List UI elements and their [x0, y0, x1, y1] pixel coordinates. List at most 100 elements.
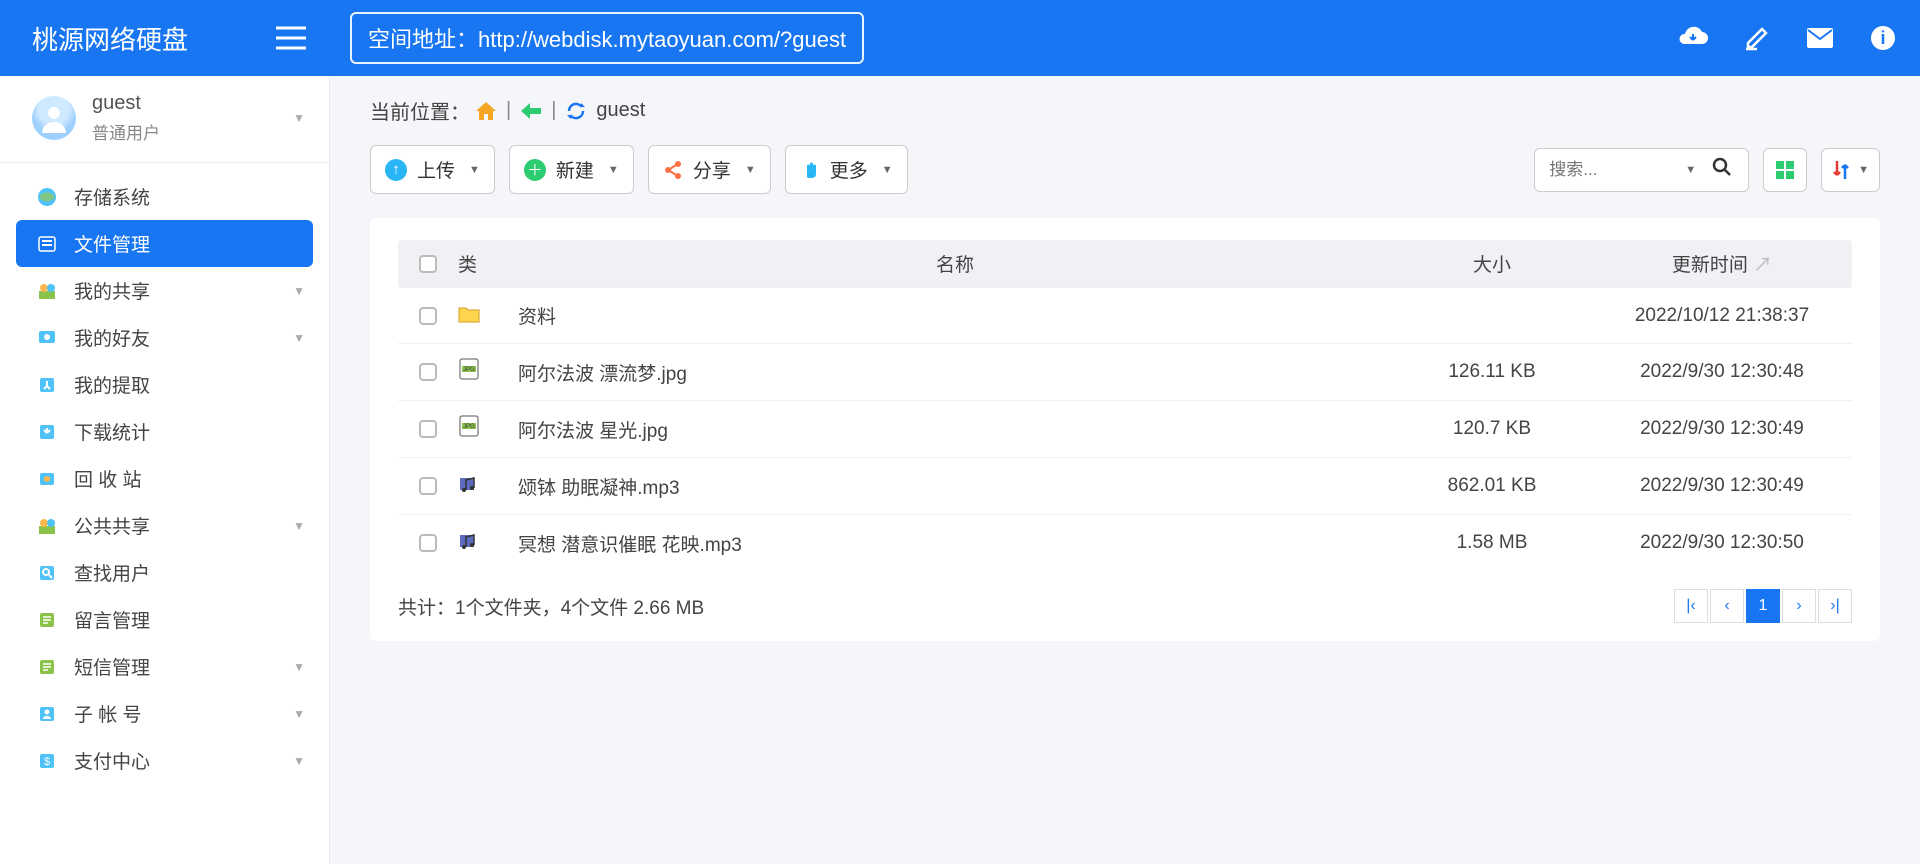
chevron-down-icon: ▼ [293, 707, 305, 721]
sidebar-item-9[interactable]: 留言管理 [0, 596, 329, 643]
chevron-down-icon: ▼ [293, 754, 305, 768]
sidebar-icon [36, 327, 58, 349]
select-all-checkbox[interactable] [419, 255, 437, 273]
sidebar-item-3[interactable]: 我的好友▼ [0, 314, 329, 361]
user-dropdown-icon[interactable]: ▼ [293, 111, 305, 125]
main-area: 当前位置： | | guest ↑ 上传 ▼ ＋ 新建 ▼ 分享 ▼ [330, 76, 1920, 864]
file-name: 冥想 潜意识催眠 花映.mp3 [518, 530, 1392, 557]
breadcrumb-current: guest [596, 99, 645, 122]
file-type-icon: JPG [458, 415, 480, 437]
sidebar-item-4[interactable]: 我的提取 [0, 361, 329, 408]
sidebar-item-label: 回 收 站 [74, 465, 142, 492]
sort-button[interactable]: ▼ [1821, 148, 1880, 192]
table-row[interactable]: 资料 2022/10/12 21:38:37 [398, 287, 1852, 343]
hamburger-icon[interactable] [276, 26, 306, 50]
caret-down-icon: ▼ [745, 164, 756, 176]
sidebar-item-10[interactable]: 短信管理 ▼ [0, 643, 329, 690]
app-header: 桃源网络硬盘 空间地址：http://webdisk.mytaoyuan.com… [0, 0, 1920, 76]
row-checkbox[interactable] [419, 363, 437, 381]
page-next[interactable]: › [1782, 589, 1816, 623]
toolbar: ↑ 上传 ▼ ＋ 新建 ▼ 分享 ▼ 更多 ▼ ▼ [370, 145, 1880, 194]
file-name: 资料 [518, 302, 1392, 329]
user-block[interactable]: guest 普通用户 ▼ [0, 76, 329, 163]
file-type-icon [458, 529, 480, 551]
sidebar-item-12[interactable]: $支付中心▼ [0, 737, 329, 784]
sidebar-item-label: 我的好友 [74, 324, 150, 351]
info-icon[interactable]: i [1870, 25, 1896, 51]
sidebar-item-5[interactable]: 下载统计 [0, 408, 329, 455]
brand-title: 桃源网络硬盘 [32, 20, 188, 57]
home-icon[interactable] [476, 102, 496, 120]
row-checkbox[interactable] [419, 307, 437, 325]
row-checkbox[interactable] [419, 534, 437, 552]
sidebar-icon [36, 374, 58, 396]
col-size[interactable]: 大小 [1392, 250, 1592, 277]
col-type[interactable]: 类 [458, 250, 518, 277]
file-size: 120.7 KB [1392, 418, 1592, 440]
file-name: 阿尔法波 漂流梦.jpg [518, 359, 1392, 386]
sidebar-item-label: 查找用户 [74, 559, 150, 586]
sidebar-item-label: 我的提取 [74, 371, 150, 398]
search-input[interactable] [1549, 160, 1679, 180]
more-button[interactable]: 更多 ▼ [785, 145, 908, 194]
sidebar: guest 普通用户 ▼ 存储系统文件管理我的共享▼我的好友▼我的提取下载统计回… [0, 76, 330, 864]
share-button[interactable]: 分享 ▼ [648, 145, 771, 194]
chevron-down-icon: ▼ [293, 519, 305, 533]
grid-view-button[interactable] [1763, 148, 1807, 192]
sidebar-item-label: 短信管理 [74, 653, 150, 680]
space-url-box[interactable]: 空间地址：http://webdisk.mytaoyuan.com/?guest [350, 12, 864, 64]
sidebar-icon [36, 562, 58, 584]
page-first[interactable]: |‹ [1674, 589, 1708, 623]
sidebar-item-0[interactable]: 存储系统 [0, 173, 329, 220]
caret-down-icon: ▼ [1858, 164, 1869, 176]
search-icon[interactable] [1702, 157, 1742, 182]
breadcrumb-prefix: 当前位置： [370, 96, 470, 125]
sidebar-icon [36, 703, 58, 725]
table-row[interactable]: JPG阿尔法波 漂流梦.jpg126.11 KB2022/9/30 12:30:… [398, 343, 1852, 400]
page-current[interactable]: 1 [1746, 589, 1780, 623]
back-arrow-icon[interactable] [521, 103, 541, 119]
sidebar-item-11[interactable]: 子 帐 号▼ [0, 690, 329, 737]
user-role: 普通用户 [92, 119, 160, 144]
file-type-icon [458, 303, 480, 325]
share-icon [663, 160, 683, 180]
sidebar-item-7[interactable]: 公共共享▼ [0, 502, 329, 549]
table-footer: 共计：1个文件夹，4个文件 2.66 MB |‹ ‹ 1 › ›| [398, 589, 1852, 623]
search-box[interactable]: ▼ [1534, 148, 1749, 192]
chevron-down-icon: ▼ [293, 660, 305, 674]
col-time[interactable]: 更新时间 ↗ [1592, 250, 1852, 277]
file-size: 1.58 MB [1392, 532, 1592, 554]
table-header: 类 名称 大小 更新时间 ↗ [398, 240, 1852, 287]
row-checkbox[interactable] [419, 420, 437, 438]
table-row[interactable]: 冥想 潜意识催眠 花映.mp31.58 MB2022/9/30 12:30:50 [398, 514, 1852, 571]
row-checkbox[interactable] [419, 477, 437, 495]
sidebar-item-label: 留言管理 [74, 606, 150, 633]
refresh-icon[interactable] [566, 101, 586, 121]
svg-text:JPG: JPG [463, 367, 475, 373]
file-type-icon [458, 472, 480, 494]
table-row[interactable]: JPG阿尔法波 星光.jpg120.7 KB2022/9/30 12:30:49 [398, 400, 1852, 457]
upload-button[interactable]: ↑ 上传 ▼ [370, 145, 495, 194]
file-time: 2022/10/12 21:38:37 [1592, 305, 1852, 327]
plus-icon: ＋ [524, 159, 546, 181]
cloud-download-icon[interactable] [1678, 26, 1708, 50]
sidebar-item-6[interactable]: 回 收 站 [0, 455, 329, 502]
header-actions: i [1678, 25, 1896, 51]
new-button[interactable]: ＋ 新建 ▼ [509, 145, 634, 194]
col-name[interactable]: 名称 [518, 250, 1392, 277]
page-prev[interactable]: ‹ [1710, 589, 1744, 623]
page-last[interactable]: ›| [1818, 589, 1852, 623]
sidebar-item-1[interactable]: 文件管理 [16, 220, 313, 267]
search-dropdown-icon[interactable]: ▼ [1679, 164, 1702, 176]
caret-down-icon: ▼ [608, 164, 619, 176]
summary-text: 共计：1个文件夹，4个文件 2.66 MB [398, 593, 704, 620]
edit-icon[interactable] [1744, 25, 1770, 51]
sidebar-item-2[interactable]: 我的共享▼ [0, 267, 329, 314]
sidebar-item-8[interactable]: 查找用户 [0, 549, 329, 596]
caret-down-icon: ▼ [469, 164, 480, 176]
file-time: 2022/9/30 12:30:48 [1592, 361, 1852, 383]
table-row[interactable]: 颂钵 助眠凝神.mp3862.01 KB2022/9/30 12:30:49 [398, 457, 1852, 514]
mail-icon[interactable] [1806, 27, 1834, 49]
sidebar-icon [36, 233, 58, 255]
sidebar-item-label: 下载统计 [74, 418, 150, 445]
